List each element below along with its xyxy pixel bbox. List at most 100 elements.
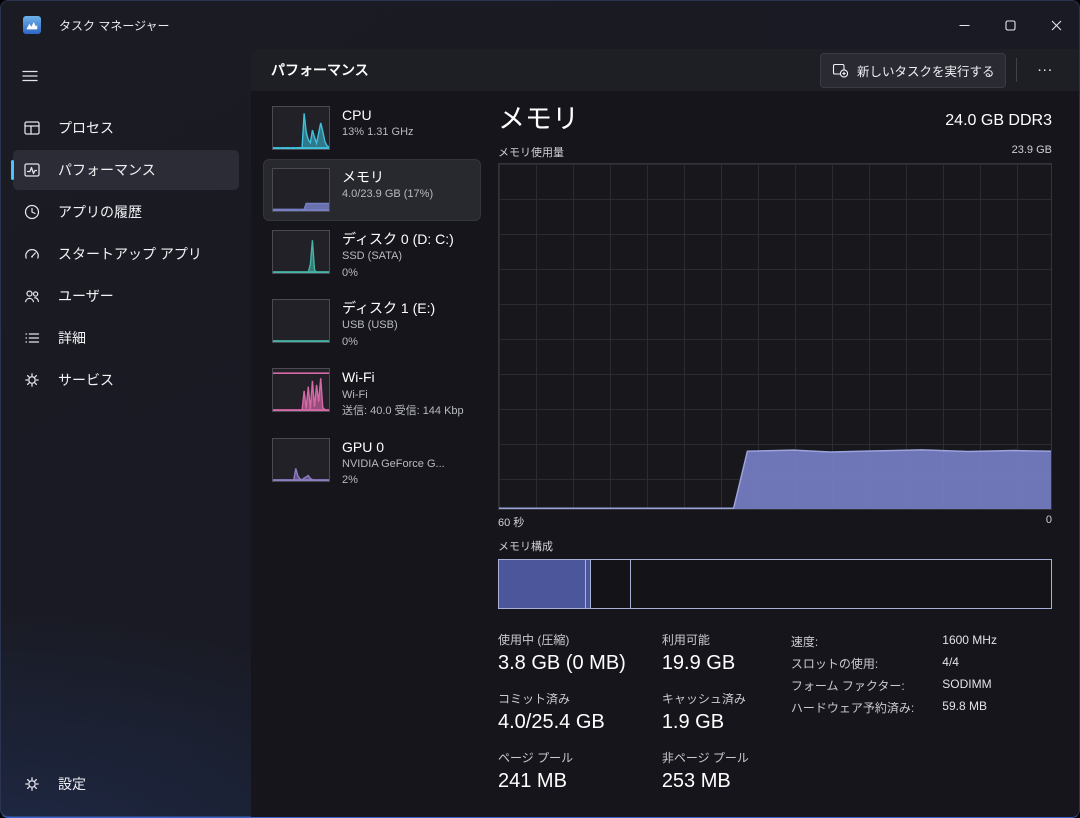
- hw-stat-value: 59.8 MB: [942, 699, 997, 716]
- perf-item-sub: 0%: [342, 265, 454, 282]
- perf-item-name: CPU: [342, 106, 414, 124]
- perf-item-wifi[interactable]: Wi-Fi Wi-Fi 送信: 40.0 受信: 144 Kbp: [263, 359, 481, 428]
- header-actions: 新しいタスクを実行する ...: [820, 53, 1063, 88]
- ellipsis-icon: ...: [1037, 58, 1053, 75]
- maximize-button[interactable]: [987, 1, 1033, 49]
- perf-item-sub: 2%: [342, 472, 445, 489]
- composition-segment-used: [499, 560, 586, 608]
- perf-item-sub: USB (USB): [342, 317, 435, 334]
- memory-composition-bar: [498, 559, 1052, 609]
- wifi-mini-chart: [272, 368, 330, 412]
- sidebar-item-label: プロセス: [58, 118, 114, 138]
- run-new-task-button[interactable]: 新しいタスクを実行する: [820, 53, 1007, 88]
- detail-title: メモリ: [498, 103, 579, 135]
- sidebar-item-label: パフォーマンス: [58, 160, 156, 180]
- composition-segment-free: [631, 560, 1051, 608]
- sidebar-item-startup-apps[interactable]: スタートアップ アプリ: [13, 234, 239, 274]
- minimize-button[interactable]: [941, 1, 987, 49]
- sidebar-item-performance[interactable]: パフォーマンス: [13, 150, 239, 190]
- perf-item-gpu0[interactable]: GPU 0 NVIDIA GeForce G... 2%: [263, 429, 481, 498]
- sidebar-item-services[interactable]: サービス: [13, 360, 239, 400]
- sidebar-item-app-history[interactable]: アプリの履歴: [13, 192, 239, 232]
- content-header: パフォーマンス 新しいタスクを実行する ...: [251, 49, 1079, 91]
- stat-available: 利用可能 19.9 GB: [662, 631, 749, 675]
- perf-item-name: ディスク 0 (D: C:): [342, 230, 454, 248]
- startup-apps-icon: [23, 245, 41, 263]
- cpu-mini-chart: [272, 106, 330, 150]
- perf-item-sub: 0%: [342, 334, 435, 351]
- perf-item-sub: 4.0/23.9 GB (17%): [342, 186, 433, 203]
- memory-mini-chart: [272, 168, 330, 212]
- hw-stat-label: ハードウェア予約済み:: [791, 699, 914, 716]
- perf-item-disk0[interactable]: ディスク 0 (D: C:) SSD (SATA) 0%: [263, 221, 481, 290]
- close-button[interactable]: [1033, 1, 1079, 49]
- stat-committed: コミット済み 4.0/25.4 GB: [498, 690, 626, 734]
- hardware-stats: 速度: 1600 MHz スロットの使用: 4/4 フォーム ファクター: SO…: [791, 631, 997, 793]
- memory-detail-pane: メモリ 24.0 GB DDR3 メモリ使用量 23.9 GB 60 秒 0: [481, 91, 1079, 817]
- content-panel: パフォーマンス 新しいタスクを実行する ...: [251, 49, 1079, 817]
- chart-y-max-label: 23.9 GB: [1012, 144, 1052, 160]
- stat-paged-pool: ページ プール 241 MB: [498, 749, 626, 793]
- perf-item-sub: SSD (SATA): [342, 248, 454, 265]
- app-icon: [23, 16, 41, 34]
- perf-item-name: メモリ: [342, 168, 433, 186]
- perf-item-sub: NVIDIA GeForce G...: [342, 456, 445, 473]
- hamburger-menu-button[interactable]: [13, 59, 51, 93]
- gear-icon: [23, 775, 41, 793]
- perf-item-cpu[interactable]: CPU 13% 1.31 GHz: [263, 97, 481, 159]
- sidebar-item-processes[interactable]: プロセス: [13, 108, 239, 148]
- details-icon: [23, 329, 41, 347]
- stat-in-use: 使用中 (圧縮) 3.8 GB (0 MB): [498, 631, 626, 675]
- sidebar-item-label: アプリの履歴: [58, 202, 142, 222]
- sidebar-item-label: サービス: [58, 370, 114, 390]
- hamburger-icon: [21, 67, 39, 85]
- sidebar-item-settings[interactable]: 設定: [13, 764, 239, 804]
- more-options-button[interactable]: ...: [1027, 56, 1063, 85]
- sidebar-item-label: スタートアップ アプリ: [58, 244, 202, 264]
- titlebar: タスク マネージャー: [1, 1, 1079, 49]
- processes-icon: [23, 119, 41, 137]
- memory-stats: 使用中 (圧縮) 3.8 GB (0 MB) 利用可能 19.9 GB コミット…: [498, 631, 1052, 793]
- hw-stat-value: 1600 MHz: [942, 633, 997, 650]
- new-task-icon: [832, 62, 848, 78]
- chart-x-left-label: 60 秒: [498, 514, 524, 530]
- header-separator: [1016, 58, 1017, 82]
- disk0-mini-chart: [272, 230, 330, 274]
- sidebar-item-label: 詳細: [58, 328, 86, 348]
- composition-segment-standby: [591, 560, 631, 608]
- close-icon: [1051, 20, 1062, 31]
- hw-stat-value: 4/4: [942, 655, 997, 672]
- memory-composition-label: メモリ構成: [498, 538, 1052, 554]
- task-manager-window: タスク マネージャー プロセス: [0, 0, 1080, 818]
- users-icon: [23, 287, 41, 305]
- perf-item-name: ディスク 1 (E:): [342, 299, 435, 317]
- hw-stat-label: 速度:: [791, 633, 914, 650]
- perf-item-sub: 13% 1.31 GHz: [342, 124, 414, 141]
- chart-x-right-label: 0: [1046, 514, 1052, 530]
- hw-stat-value: SODIMM: [942, 677, 997, 694]
- stat-cached: キャッシュ済み 1.9 GB: [662, 690, 749, 734]
- window-controls: [941, 1, 1079, 49]
- sidebar: プロセス パフォーマンス アプリの履歴 スタートアップ アプリ: [1, 49, 251, 817]
- disk1-mini-chart: [272, 299, 330, 343]
- services-icon: [23, 371, 41, 389]
- hw-stat-label: スロットの使用:: [791, 655, 914, 672]
- settings-label: 設定: [58, 774, 86, 794]
- run-new-task-label: 新しいタスクを実行する: [857, 61, 995, 80]
- performance-list: CPU 13% 1.31 GHz メモリ 4.0/23.9 GB (17%): [251, 91, 481, 817]
- perf-item-disk1[interactable]: ディスク 1 (E:) USB (USB) 0%: [263, 290, 481, 359]
- memory-total: 24.0 GB DDR3: [945, 112, 1052, 135]
- window-title: タスク マネージャー: [59, 17, 170, 34]
- sidebar-item-users[interactable]: ユーザー: [13, 276, 239, 316]
- minimize-icon: [959, 20, 970, 31]
- perf-item-name: Wi-Fi: [342, 368, 464, 386]
- app-history-icon: [23, 203, 41, 221]
- sidebar-item-details[interactable]: 詳細: [13, 318, 239, 358]
- chart-title: メモリ使用量: [498, 144, 564, 160]
- perf-item-memory[interactable]: メモリ 4.0/23.9 GB (17%): [263, 159, 481, 221]
- perf-item-name: GPU 0: [342, 438, 445, 456]
- performance-icon: [23, 161, 41, 179]
- sidebar-spacer: [11, 401, 241, 763]
- gpu-mini-chart: [272, 438, 330, 482]
- perf-item-sub: Wi-Fi: [342, 387, 464, 404]
